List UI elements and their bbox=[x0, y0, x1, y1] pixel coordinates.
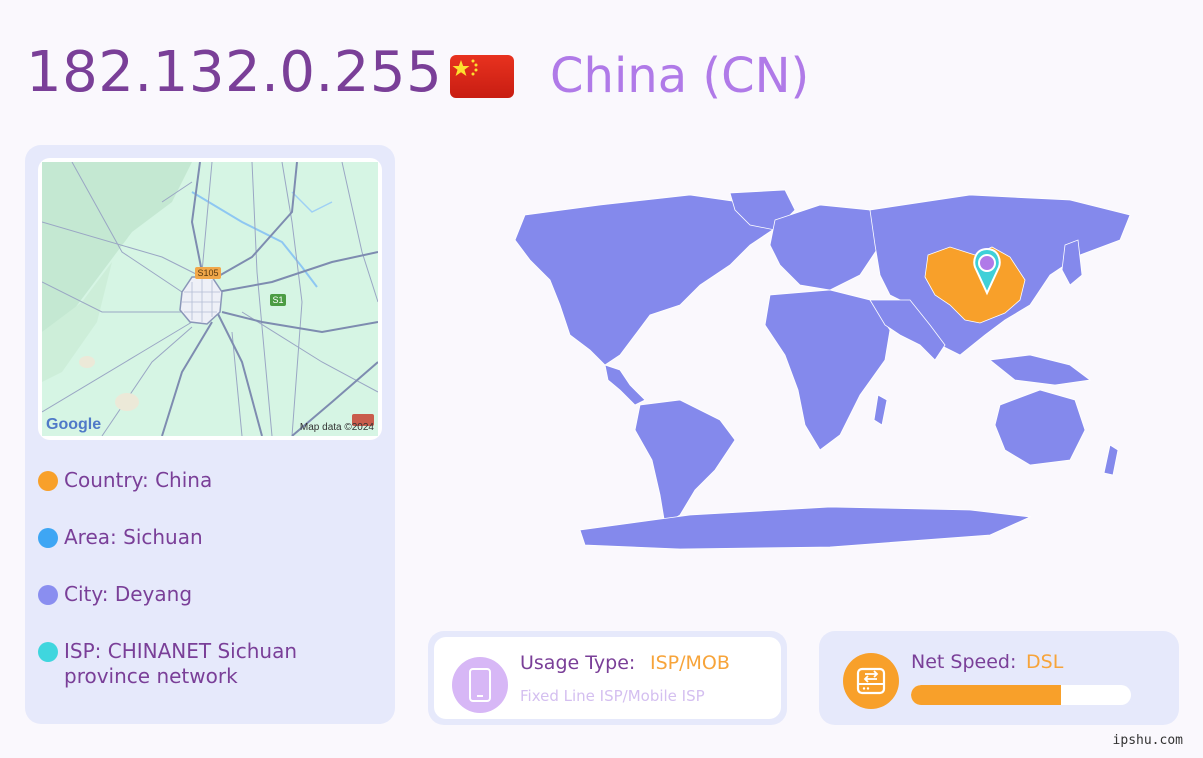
map-attribution: Map data ©2024 bbox=[300, 422, 375, 433]
mobile-phone-icon bbox=[452, 657, 508, 713]
google-logo: Google bbox=[46, 416, 101, 433]
usage-type-label: Usage Type: bbox=[520, 652, 636, 674]
isp-dot-icon bbox=[38, 642, 58, 662]
area-text: Area: Sichuan bbox=[64, 525, 203, 549]
net-speed-label: Net Speed: bbox=[911, 651, 1017, 673]
usage-type-description: Fixed Line ISP/Mobile ISP bbox=[520, 687, 705, 705]
city-dot-icon bbox=[38, 585, 58, 605]
net-speed-card: Net Speed: DSL bbox=[819, 631, 1179, 725]
country-text: Country: China bbox=[64, 468, 213, 492]
usage-type-value: ISP/MOB bbox=[650, 652, 730, 674]
net-speed-bar bbox=[911, 685, 1131, 705]
world-map bbox=[430, 185, 1150, 559]
isp-text: ISP: CHINANET Sichuan province network bbox=[64, 639, 297, 688]
usage-type-card: Usage Type: ISP/MOB Fixed Line ISP/Mobil… bbox=[428, 631, 787, 725]
country-dot-icon bbox=[38, 471, 58, 491]
road-label-s1: S1 bbox=[272, 295, 283, 305]
site-brand[interactable]: ipshu.com bbox=[1113, 733, 1183, 748]
road-label-s105: S105 bbox=[197, 268, 218, 278]
ip-address: 182.132.0.255 bbox=[26, 40, 443, 105]
area-dot-icon bbox=[38, 528, 58, 548]
info-area: Area: Sichuan bbox=[38, 525, 203, 550]
country-title: China (CN) bbox=[550, 48, 810, 104]
net-speed-bar-fill bbox=[911, 685, 1061, 705]
china-flag-icon bbox=[450, 55, 514, 98]
info-city: City: Deyang bbox=[38, 582, 192, 607]
info-country: Country: China bbox=[38, 468, 212, 493]
location-panel: S105 S1 Google Map data ©2024 Country: C… bbox=[25, 145, 395, 724]
street-map[interactable]: S105 S1 Google Map data ©2024 bbox=[38, 158, 382, 440]
city-text: City: Deyang bbox=[64, 582, 193, 606]
net-speed-value: DSL bbox=[1026, 651, 1064, 673]
info-isp: ISP: CHINANET Sichuan province network bbox=[38, 639, 368, 689]
network-drive-icon bbox=[843, 653, 899, 709]
